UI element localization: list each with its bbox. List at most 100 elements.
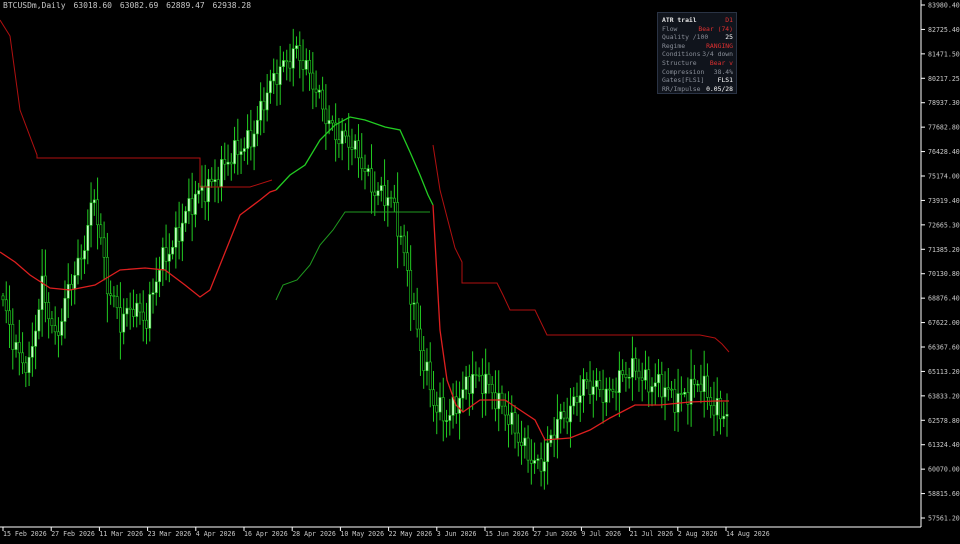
time-tick-label: 27 Jun 2026 xyxy=(533,530,577,538)
candle-body xyxy=(379,185,383,192)
price-tick-label: 70130.80 xyxy=(928,270,960,278)
candle-body xyxy=(392,197,396,203)
candle-body xyxy=(187,198,191,212)
candle-body xyxy=(419,328,422,351)
candle-body xyxy=(588,380,592,395)
candle-body xyxy=(171,246,174,255)
candle-body xyxy=(383,185,386,206)
candle-body xyxy=(226,161,230,165)
candle-body xyxy=(79,257,83,260)
price-tick-label: 73919.40 xyxy=(928,197,960,205)
candle-body xyxy=(203,185,207,203)
candle-body xyxy=(422,350,426,372)
candle-body xyxy=(415,302,419,330)
candle-body xyxy=(236,140,240,155)
candle-body xyxy=(448,415,452,421)
candle-body xyxy=(207,178,210,203)
panel-row-value: RANGING xyxy=(706,41,733,50)
candle-body xyxy=(689,378,693,405)
candle-body xyxy=(8,310,11,325)
panel-row: Regime RANGING xyxy=(662,42,733,51)
candle-body xyxy=(647,369,651,393)
time-tick-label: 15 Feb 2026 xyxy=(3,530,47,538)
candle-body xyxy=(337,139,341,145)
candle-body xyxy=(595,380,598,388)
panel-row-label: Compression xyxy=(662,67,705,76)
candle-body xyxy=(481,374,484,394)
candle-body xyxy=(546,442,550,463)
candle-body xyxy=(76,257,80,276)
candle-body xyxy=(458,397,461,414)
panel-row: Quality /100 25 xyxy=(662,33,733,42)
candle-body xyxy=(330,120,334,124)
panel-title-row: ATR trail D1 xyxy=(662,16,733,25)
candle-body xyxy=(611,388,615,392)
candle-body xyxy=(47,302,51,320)
candle-body xyxy=(510,412,514,425)
candle-body xyxy=(644,369,647,381)
candle-body xyxy=(673,388,677,413)
candle-body xyxy=(122,313,126,333)
candle-body xyxy=(282,60,285,67)
candle-body xyxy=(24,362,28,373)
panel-title: ATR trail xyxy=(662,16,697,24)
candle-body xyxy=(631,358,634,378)
candle-body xyxy=(409,270,413,305)
candle-body xyxy=(494,392,497,410)
candle-body xyxy=(216,179,220,188)
candle-body xyxy=(125,307,129,315)
candle-body xyxy=(614,390,618,393)
candle-body xyxy=(14,342,18,350)
panel-row-value: 25 xyxy=(725,33,733,42)
price-tick-label: 75174.00 xyxy=(928,173,960,181)
candle-body xyxy=(119,307,122,333)
panel-row-value: 3/4 down xyxy=(702,50,733,59)
candle-body xyxy=(96,199,99,226)
upper-trail-line xyxy=(432,144,730,353)
time-tick-label: 2 Aug 2026 xyxy=(678,530,718,538)
price-tick-label: 60070.00 xyxy=(928,466,960,474)
candle-body xyxy=(99,224,103,239)
panel-row: Conditions 3/4 down xyxy=(662,50,733,59)
candle-body xyxy=(653,382,657,387)
candle-body xyxy=(17,342,21,354)
candle-body xyxy=(617,370,621,393)
candle-body xyxy=(692,378,696,385)
candle-body xyxy=(559,411,563,420)
candle-body xyxy=(474,374,478,376)
candle-body xyxy=(441,397,445,422)
candle-body xyxy=(327,120,331,125)
time-tick-label: 27 Feb 2026 xyxy=(51,530,95,538)
candle-body xyxy=(425,361,429,372)
price-tick-label: 68876.40 xyxy=(928,295,960,303)
candle-body xyxy=(291,48,295,69)
price-tick-label: 80217.25 xyxy=(928,75,960,83)
candle-body xyxy=(40,275,44,310)
candle-body xyxy=(174,227,178,248)
price-chart[interactable]: 83980.40 82725.40 81471.50 80217.25 78937.30… xyxy=(0,0,960,540)
candle-body xyxy=(464,376,468,390)
candle-body xyxy=(115,296,119,309)
candle-body xyxy=(634,358,638,372)
candle-body xyxy=(604,388,608,403)
candle-body xyxy=(725,414,729,417)
open-price: 63018.60 xyxy=(73,1,112,10)
candle-body xyxy=(432,389,435,406)
candle-body xyxy=(539,458,543,472)
high-price: 63082.69 xyxy=(119,1,159,10)
candle-body xyxy=(396,202,400,237)
candle-body xyxy=(712,405,716,416)
candle-body xyxy=(60,321,64,336)
panel-row-label: Gates[FLS1] xyxy=(662,76,705,85)
low-price: 62889.47 xyxy=(166,1,205,10)
candle-body xyxy=(314,88,318,93)
price-tick-label: 72665.30 xyxy=(928,221,960,229)
chart-area[interactable]: 83980.40 82725.40 81471.50 80217.25 78937.30… xyxy=(0,0,960,540)
candle-body xyxy=(21,352,24,364)
candle-body xyxy=(402,235,406,254)
candle-body xyxy=(624,374,628,378)
panel-row: Compression 38.4% xyxy=(662,68,733,77)
price-tick-label: 67622.00 xyxy=(928,319,960,327)
price-tick-label: 63833.20 xyxy=(928,392,960,400)
candle-body xyxy=(670,388,673,391)
